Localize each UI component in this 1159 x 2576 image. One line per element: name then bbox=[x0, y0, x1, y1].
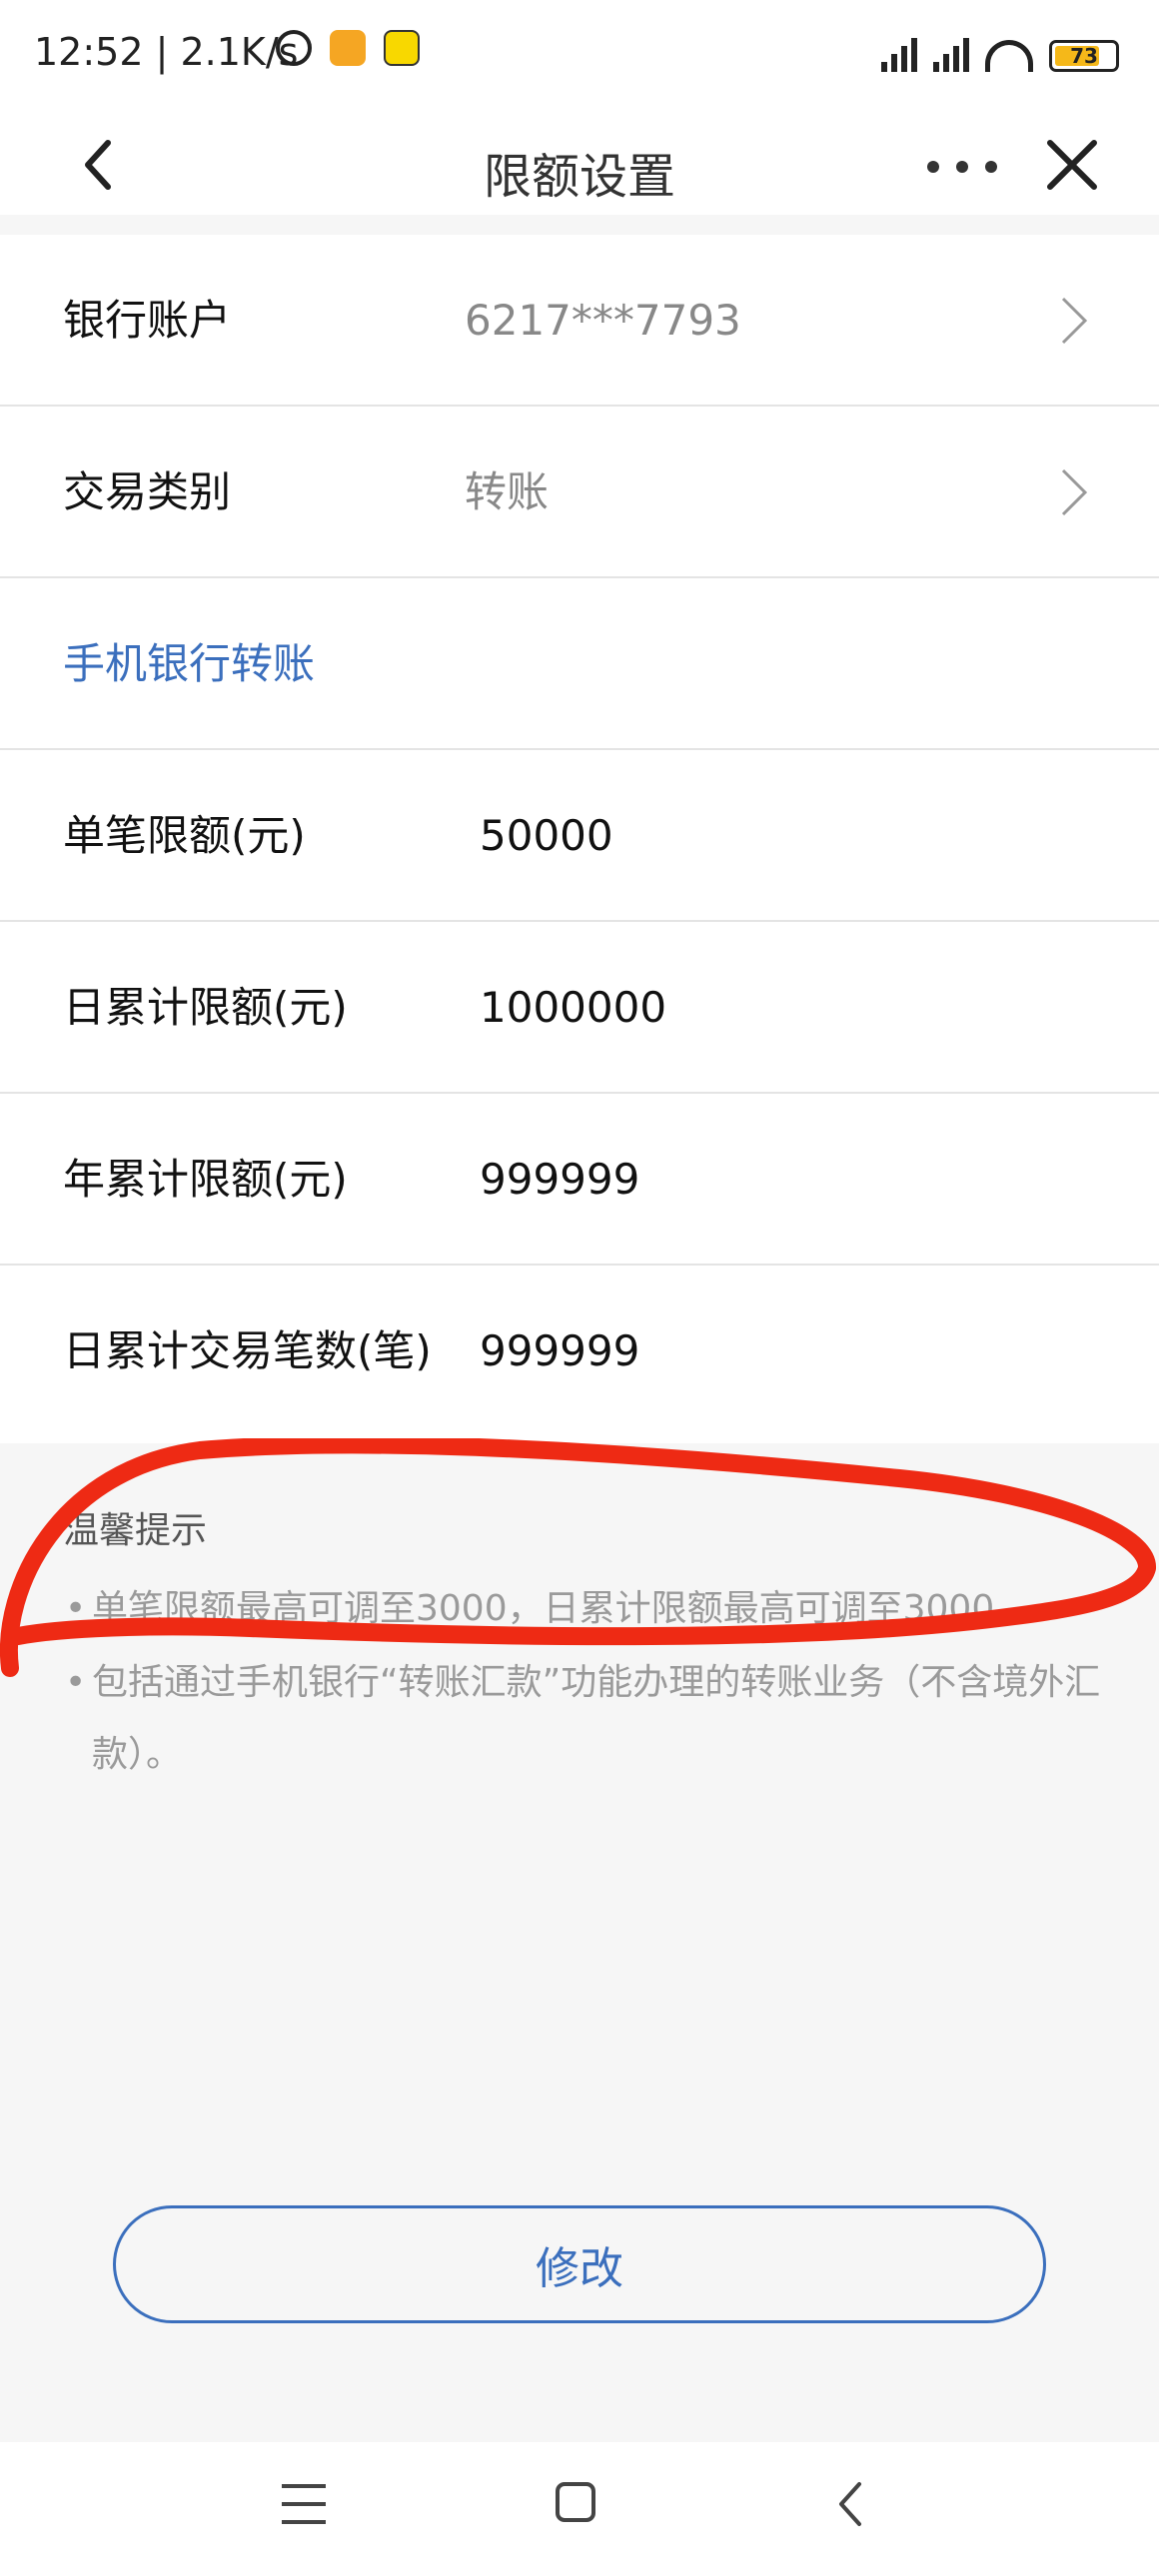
modify-button[interactable]: 修改 bbox=[113, 2205, 1046, 2323]
bullet: • bbox=[65, 1662, 87, 1703]
daily-count-row: 日累计交易笔数(笔) 999999 bbox=[0, 1266, 1159, 1443]
chevron-right-icon bbox=[1061, 297, 1088, 345]
transaction-type-row[interactable]: 交易类别 转账 bbox=[0, 407, 1159, 578]
limit-label: 单笔限额(元) bbox=[63, 811, 306, 860]
tip-item: • 单笔限额最高可调至3000，日累计限额最高可调至3000 bbox=[65, 1573, 1104, 1645]
chevron-right-icon bbox=[1061, 468, 1088, 516]
battery-level: 73 bbox=[1070, 44, 1098, 68]
limit-label: 日累计限额(元) bbox=[63, 983, 348, 1032]
status-time: 12:52 | 2.1K/s bbox=[34, 30, 299, 74]
tip-text: 单笔限额最高可调至3000，日累计限额最高可调至3000 bbox=[92, 1588, 995, 1629]
wifi-icon bbox=[985, 40, 1033, 72]
transaction-type-value: 转账 bbox=[465, 467, 550, 516]
tips-title: 温馨提示 bbox=[63, 1510, 208, 1551]
more-icon[interactable] bbox=[927, 137, 997, 197]
section-header: 手机银行转账 bbox=[0, 578, 1159, 750]
section-title: 手机银行转账 bbox=[63, 639, 316, 688]
account-label: 银行账户 bbox=[63, 296, 232, 345]
limit-value: 999999 bbox=[480, 1155, 640, 1204]
tip-item: • 包括通过手机银行“转账汇款”功能办理的转账业务（不含境外汇款）。 bbox=[65, 1647, 1104, 1791]
menu-icon[interactable] bbox=[282, 2484, 326, 2524]
nav-bar: 限额设置 bbox=[0, 115, 1159, 215]
signal-icon bbox=[881, 36, 917, 72]
account-row[interactable]: 银行账户 6217***7793 bbox=[0, 235, 1159, 407]
limit-value: 999999 bbox=[480, 1326, 640, 1375]
status-right-icons: 73 bbox=[881, 36, 1119, 72]
bullet: • bbox=[65, 1588, 87, 1629]
system-nav-bar bbox=[0, 2442, 1159, 2576]
limit-value: 50000 bbox=[480, 811, 613, 860]
status-bar: 12:52 | 2.1K/s 73 bbox=[0, 0, 1159, 115]
limit-label: 年累计限额(元) bbox=[63, 1155, 348, 1204]
back-icon[interactable] bbox=[835, 2480, 865, 2528]
limit-value: 1000000 bbox=[480, 983, 667, 1032]
status-left-icons bbox=[276, 30, 420, 66]
battery-icon: 73 bbox=[1049, 40, 1119, 72]
limit-label: 日累计交易笔数(笔) bbox=[63, 1326, 432, 1375]
app-icon bbox=[330, 30, 366, 66]
alarm-icon bbox=[276, 30, 312, 66]
yearly-limit-row: 年累计限额(元) 999999 bbox=[0, 1094, 1159, 1266]
single-limit-row: 单笔限额(元) 50000 bbox=[0, 750, 1159, 922]
account-value: 6217***7793 bbox=[465, 296, 741, 345]
daily-limit-row: 日累计限额(元) 1000000 bbox=[0, 922, 1159, 1094]
tip-text: 包括通过手机银行“转账汇款”功能办理的转账业务（不含境外汇款）。 bbox=[92, 1662, 1101, 1775]
transaction-type-label: 交易类别 bbox=[63, 467, 232, 516]
signal-icon bbox=[933, 36, 969, 72]
home-icon[interactable] bbox=[556, 2482, 595, 2522]
app-icon bbox=[384, 30, 420, 66]
close-icon[interactable] bbox=[1044, 137, 1100, 193]
